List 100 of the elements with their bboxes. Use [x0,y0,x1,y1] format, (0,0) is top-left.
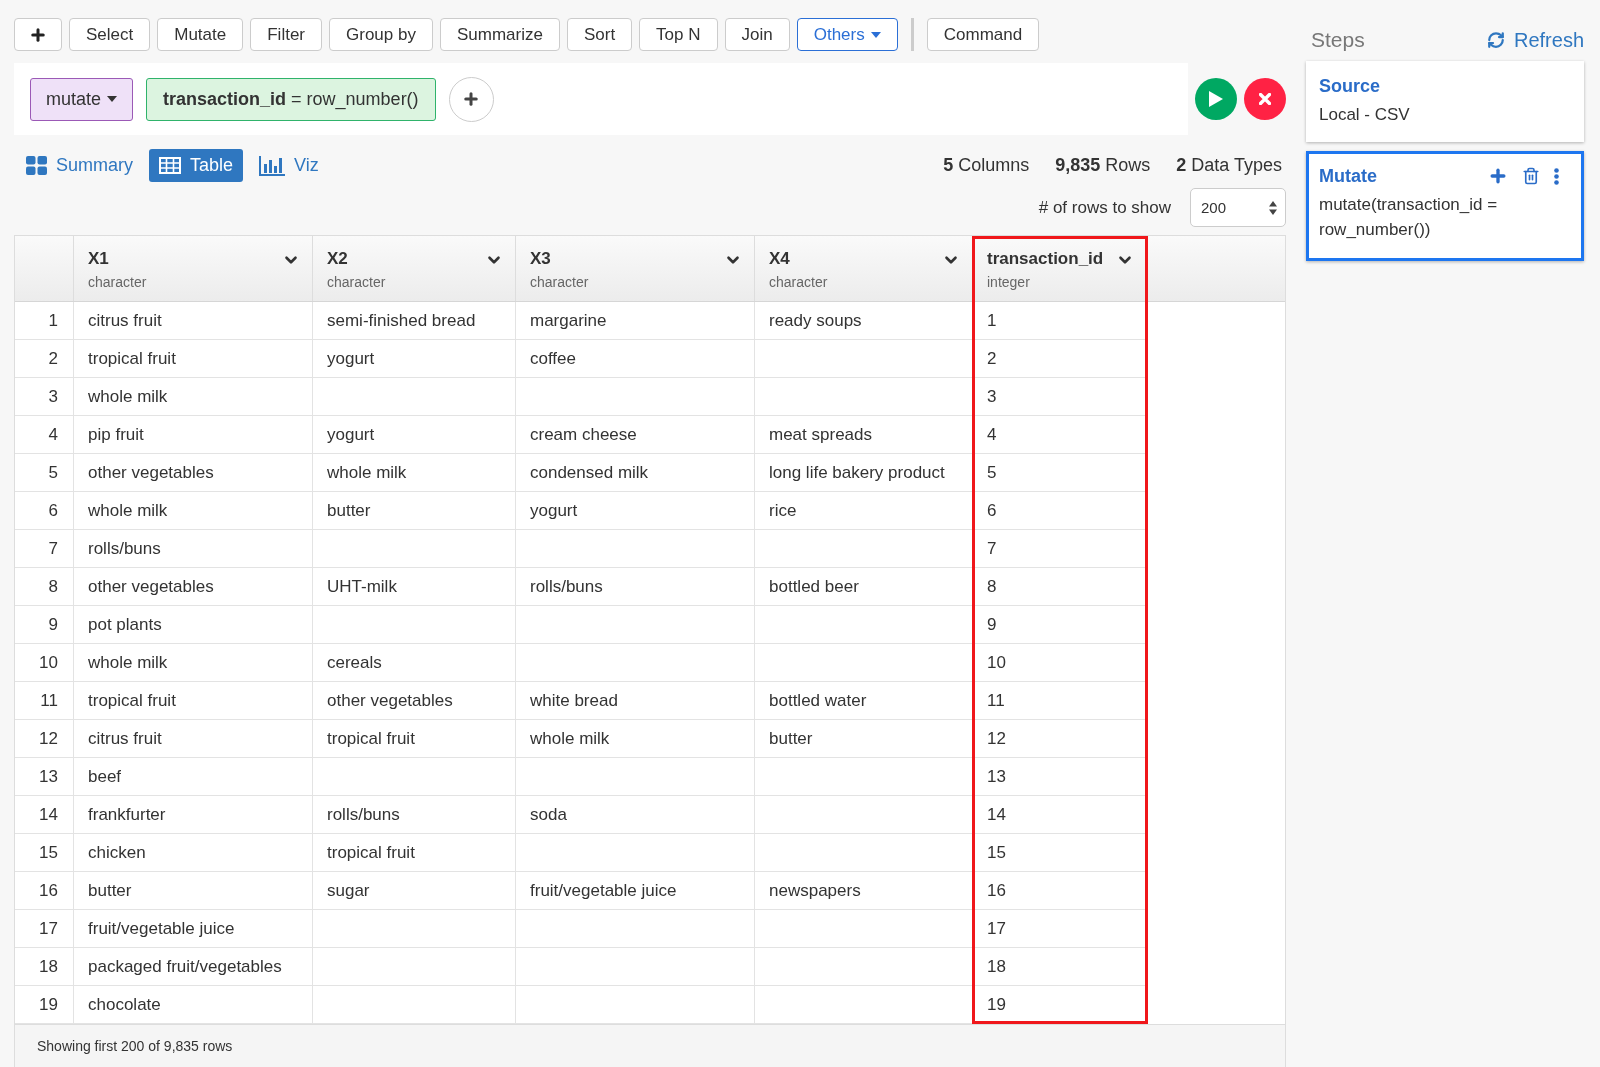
table-cell: yogurt [313,340,516,378]
table-icon [159,157,181,174]
caret-icon [107,96,118,102]
toolbar-button[interactable]: Group by [329,18,433,51]
table-cell: meat spreads [755,416,973,454]
table-cell: tropical fruit [313,834,516,872]
table-cell: butter [313,492,516,530]
table-cell: ready soups [755,302,973,340]
table-cell: margarine [516,302,755,340]
toolbar-button[interactable]: Select [69,18,151,51]
row-number: 5 [15,454,74,492]
verb-dropdown[interactable]: mutate [30,77,134,121]
steps-title: Steps [1311,28,1365,52]
caret-icon [870,31,881,38]
stat-text: 2 Data Types [1176,155,1282,176]
others-menu-button[interactable]: Others [796,18,898,51]
step-card[interactable]: Source Local - CSV [1306,61,1584,142]
toolbar-button[interactable]: Summarize [439,18,560,51]
step-card[interactable]: Mutate mutate(transaction_id = row_number()) [1306,151,1584,261]
toolbar-button[interactable]: Sort [566,18,633,51]
table-cell: semi-finished bread [313,302,516,340]
plus-icon [29,25,47,44]
table-cell: tropical fruit [74,340,313,378]
row-number: 1 [15,302,74,340]
table-cell: frankfurter [74,796,313,834]
column-name: X3 [530,249,552,269]
table-cell: 2 [973,340,1147,378]
rows-select[interactable]: 200 [1190,188,1286,227]
run-button[interactable] [1195,78,1237,120]
refresh-link[interactable]: Refresh [1486,28,1584,52]
row-number: 10 [15,644,74,682]
more-icon[interactable] [1554,167,1559,185]
row-number: 12 [15,720,74,758]
toolbar-button[interactable]: Top N [639,18,718,51]
table-cell: citrus fruit [74,720,313,758]
plus-icon[interactable] [1488,166,1508,186]
toolbar-button[interactable]: Command [926,18,1040,51]
table-cell: rice [755,492,973,530]
table-cell: 12 [973,720,1147,758]
cancel-button[interactable] [1244,78,1286,120]
row-number: 8 [15,568,74,606]
table-cell: 10 [973,644,1147,682]
expression-field[interactable]: transaction_id = row_number() [146,77,436,121]
table-cell: 3 [973,378,1147,416]
table-cell: coffee [516,340,755,378]
bar-chart-icon [259,155,286,176]
toolbar-button[interactable]: Join [724,18,790,51]
table-cell: 18 [973,948,1147,986]
table-cell: 7 [973,530,1147,568]
table-cell: beef [74,758,313,796]
close-icon [1259,93,1271,105]
view-tab[interactable]: Summary [16,149,143,182]
step-detail: mutate(transaction_id = row_number()) [1319,194,1499,241]
column-name: transaction_id [987,249,1104,269]
refresh-icon [1486,31,1505,49]
table-cell: butter [755,720,973,758]
table-cell: yogurt [313,416,516,454]
toolbar-button[interactable]: Mutate [157,18,244,51]
view-tab[interactable]: Viz [249,149,329,182]
table-cell: soda [516,796,755,834]
column-type: character [769,274,828,290]
table-cell: bottled water [755,682,973,720]
table-cell: whole milk [74,378,313,416]
table-cell: rolls/buns [313,796,516,834]
column-type: character [530,274,589,290]
rows-to-show-label: # of rows to show [1038,197,1171,218]
table-cell: packaged fruit/vegetables [74,948,313,986]
table-cell: whole milk [74,644,313,682]
table-cell: rolls/buns [516,568,755,606]
trash-icon[interactable] [1522,167,1540,185]
table-cell: pot plants [74,606,313,644]
table-cell: butter [74,872,313,910]
row-number: 18 [15,948,74,986]
stat-text: 9,835 Rows [1055,155,1151,176]
table-cell: tropical fruit [313,720,516,758]
table-cell: citrus fruit [74,302,313,340]
table-cell: bottled beer [755,568,973,606]
table-cell: yogurt [516,492,755,530]
row-number: 4 [15,416,74,454]
table-cell: rolls/buns [74,530,313,568]
toolbar-button[interactable]: Filter [250,18,322,51]
table-cell: chicken [74,834,313,872]
table-cell: other vegetables [74,568,313,606]
table-cell: 5 [973,454,1147,492]
table-cell: cereals [313,644,516,682]
view-tab[interactable]: Table [149,149,244,182]
table-cell: long life bakery product [755,454,973,492]
table-cell: 1 [973,302,1147,340]
table-cell: 13 [973,758,1147,796]
step-title: Source [1319,75,1381,97]
table-cell: 11 [973,682,1147,720]
add-button[interactable] [14,18,62,51]
table-cell: UHT-milk [313,568,516,606]
column-type: integer [987,274,1031,290]
table-cell: 4 [973,416,1147,454]
row-number: 7 [15,530,74,568]
row-number: 16 [15,872,74,910]
table-cell: cream cheese [516,416,755,454]
table-cell: other vegetables [313,682,516,720]
row-number: 15 [15,834,74,872]
